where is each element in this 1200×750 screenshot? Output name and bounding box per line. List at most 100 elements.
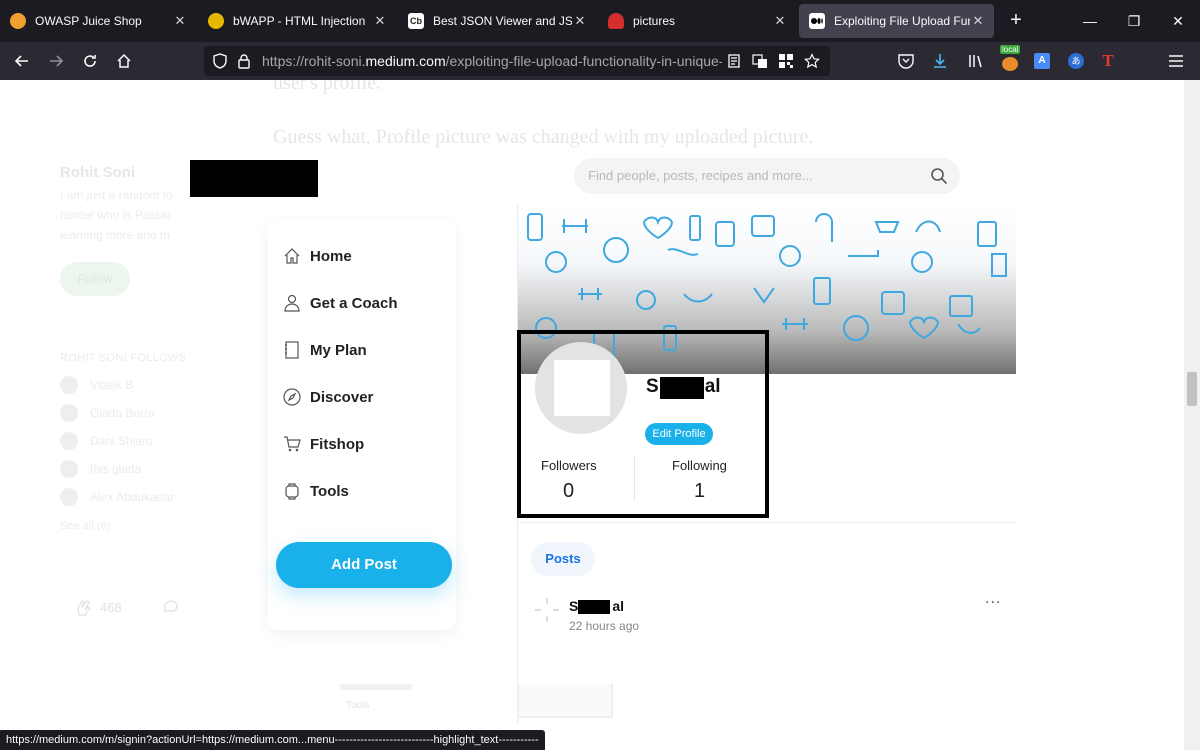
language-extension-icon[interactable]: あ (1066, 51, 1086, 71)
tab-posts[interactable]: Posts (531, 542, 595, 576)
article-text-line: user's profile. (273, 80, 382, 94)
menu-item-my-plan[interactable]: My Plan (282, 340, 367, 360)
page-scrollbar[interactable] (1184, 80, 1200, 750)
navigation-toolbar: https://rohit-soni.medium.com/exploiting… (0, 42, 1200, 80)
tab-medium-article[interactable]: Exploiting File Upload Functio ✕ (799, 4, 994, 38)
bookmark-star-icon[interactable] (804, 53, 820, 69)
profile-name-end: al (704, 376, 721, 397)
menu-item-home[interactable]: Home (282, 246, 352, 266)
tools-icon (282, 481, 302, 501)
pocket-icon[interactable] (896, 51, 916, 71)
back-button[interactable] (8, 47, 36, 75)
follow-name: Dani Shiaro (90, 434, 153, 448)
follow-list-item[interactable]: Dani Shiaro (60, 432, 153, 450)
close-icon[interactable]: ✕ (172, 13, 188, 29)
post-timestamp: 22 hours ago (569, 619, 640, 633)
author-bio-line: I am just a random to (60, 188, 173, 202)
post-author-avatar[interactable] (533, 596, 561, 624)
pictures-icon (608, 13, 624, 29)
extension-local-icon[interactable]: local (1000, 45, 1021, 71)
tab-juice-shop[interactable]: OWASP Juice Shop ✕ (0, 0, 196, 42)
restore-button[interactable]: ❐ (1112, 0, 1156, 42)
back-arrow-icon (14, 55, 28, 67)
search-input[interactable]: Find people, posts, recipes and more... (574, 158, 960, 194)
avatar (60, 376, 78, 394)
menu-label: My Plan (310, 341, 367, 359)
tab-label: Exploiting File Upload Functio (834, 14, 970, 28)
follow-button[interactable]: Follow (60, 262, 130, 296)
post-author-name-start: S (569, 598, 579, 614)
library-icon[interactable] (966, 51, 986, 71)
compass-icon (282, 387, 302, 407)
translate-extension-icon[interactable]: A (1032, 51, 1052, 71)
reader-view-icon[interactable] (726, 53, 742, 69)
local-badge: local (1000, 45, 1021, 54)
forward-button[interactable] (42, 47, 70, 75)
tab-json-viewer[interactable]: Cb Best JSON Viewer and JSON ✕ (398, 0, 596, 42)
download-icon[interactable] (930, 51, 950, 71)
search-icon[interactable] (930, 167, 948, 185)
window-close-button[interactable]: ✕ (1156, 0, 1200, 42)
follow-list-item[interactable]: Ibis glada (60, 460, 141, 478)
close-icon[interactable]: ✕ (772, 13, 788, 29)
avatar (60, 488, 78, 506)
bee-icon (208, 13, 224, 29)
home-icon (282, 246, 302, 266)
new-tab-button[interactable]: + (1004, 9, 1028, 33)
author-bio-line: hunter who is Passio (60, 208, 171, 222)
avatar (60, 460, 78, 478)
redacted-logo (190, 160, 318, 197)
follow-list-item[interactable]: Alex Abdukadar (60, 488, 174, 506)
home-button[interactable] (110, 47, 138, 75)
menu-item-fitshop[interactable]: Fitshop (282, 434, 364, 454)
followers-label[interactable]: Followers (541, 458, 597, 473)
reload-button[interactable] (76, 47, 104, 75)
clap-button[interactable]: 468 (72, 596, 180, 618)
lock-icon[interactable] (236, 53, 252, 69)
url-text[interactable]: https://rohit-soni.medium.com/exploiting… (262, 53, 722, 69)
menu-icon[interactable] (1166, 51, 1186, 71)
following-label[interactable]: Following (672, 458, 727, 473)
menu-item-get-a-coach[interactable]: Get a Coach (282, 293, 398, 313)
status-bar-url: https://medium.com/m/signin?actionUrl=ht… (0, 730, 545, 750)
see-all-link[interactable]: See all (8) (60, 520, 110, 532)
follow-list-item[interactable]: Vitalik B (60, 376, 133, 394)
scrollbar-thumb[interactable] (1187, 372, 1197, 406)
translate-icon[interactable] (752, 53, 768, 69)
menu-item-tools[interactable]: Tools (282, 481, 349, 501)
menu-label: Home (310, 247, 352, 265)
minimize-button[interactable]: — (1068, 0, 1112, 42)
comment-icon[interactable] (162, 598, 180, 616)
plan-icon (282, 340, 302, 360)
tab-bwapp[interactable]: bWAPP - HTML Injection ✕ (198, 0, 396, 42)
qr-code-icon[interactable] (778, 53, 794, 69)
following-count[interactable]: 1 (694, 480, 705, 503)
cb-icon: Cb (408, 13, 424, 29)
menu-label: Fitshop (310, 435, 365, 453)
page-content: user's profile. Guess what, Profile pict… (0, 80, 1184, 750)
follow-name: Vitalik B (90, 378, 134, 392)
t-extension-icon[interactable]: T (1098, 51, 1118, 71)
address-bar[interactable]: https://rohit-soni.medium.com/exploiting… (204, 46, 830, 76)
add-post-button[interactable]: Add Post (276, 542, 452, 588)
highlight-box (517, 330, 769, 518)
menu-label: Tools (310, 482, 349, 500)
follow-list-item[interactable]: Giada Berra (60, 404, 155, 422)
close-icon[interactable]: ✕ (372, 13, 388, 29)
redacted-name (660, 377, 704, 399)
close-icon[interactable]: ✕ (970, 13, 986, 29)
shield-icon[interactable] (212, 53, 228, 69)
tab-label: pictures (633, 14, 676, 28)
tab-pictures[interactable]: pictures ✕ (598, 0, 796, 42)
menu-item-discover[interactable]: Discover (282, 387, 373, 407)
url-prefix: https://rohit-soni. (262, 53, 366, 69)
faded-placeholder (340, 684, 412, 690)
post-author-name-end: al (612, 598, 625, 614)
more-options-icon[interactable]: ... (985, 590, 1001, 608)
menu-label: Get a Coach (310, 294, 398, 312)
close-icon[interactable]: ✕ (572, 13, 588, 29)
author-name[interactable]: Rohit Soni (60, 164, 135, 181)
clap-icon (77, 600, 91, 616)
followers-count[interactable]: 0 (563, 480, 574, 503)
edit-profile-button[interactable]: Edit Profile (645, 423, 713, 445)
